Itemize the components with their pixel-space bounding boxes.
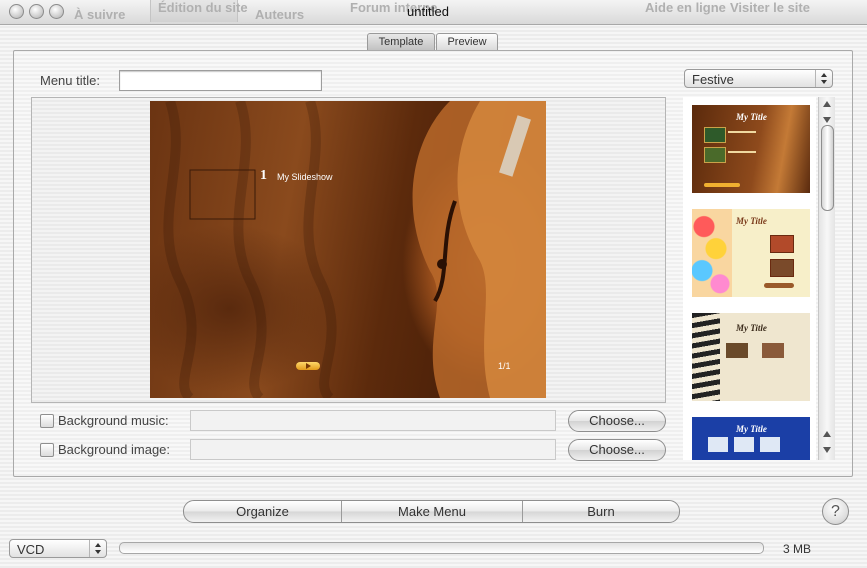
disc-usage-bar <box>119 542 764 554</box>
template-text-line <box>728 131 756 133</box>
template-photo <box>708 437 728 452</box>
format-popup-value: VCD <box>17 542 45 557</box>
template-photo <box>770 259 794 277</box>
make-menu-button[interactable]: Make Menu <box>342 501 522 522</box>
background-music-label: Background music: <box>58 413 169 428</box>
toolbar-item-visiter[interactable]: Visiter le site <box>730 1 810 15</box>
template-list-scrollbar[interactable] <box>818 97 835 460</box>
menu-item-label[interactable]: My Slideshow <box>277 172 333 182</box>
violin-illustration <box>163 101 546 398</box>
scroll-up-arrow-icon[interactable] <box>823 101 831 107</box>
menu-title-label: Menu title: <box>40 73 100 88</box>
menu-preview-image[interactable]: 1 My Slideshow 1/1 <box>150 101 546 398</box>
minimize-window-button[interactable] <box>29 4 44 19</box>
burn-button[interactable]: Burn <box>523 501 679 522</box>
template-photo <box>770 235 794 253</box>
scroll-thumb[interactable] <box>821 125 834 211</box>
template-photo <box>734 437 754 452</box>
page-indicator: 1/1 <box>498 361 511 371</box>
scroll-down-arrow-icon[interactable] <box>823 447 831 453</box>
toolbar-item-auteurs[interactable]: Auteurs <box>255 8 304 22</box>
scroll-down-arrow-icon[interactable] <box>823 117 831 123</box>
template-title: My Title <box>736 216 767 226</box>
theme-popup-value: Festive <box>692 72 734 87</box>
piano-keys-graphic <box>692 313 720 401</box>
close-window-button[interactable] <box>9 4 24 19</box>
theme-popup[interactable]: Festive <box>684 69 833 88</box>
scroll-up-arrow-icon[interactable] <box>823 431 831 437</box>
background-image-checkbox[interactable] <box>40 443 54 457</box>
choose-image-button[interactable]: Choose... <box>568 439 666 461</box>
template-title: My Title <box>736 112 767 122</box>
template-photo <box>760 437 780 452</box>
window-title: untitled <box>407 4 449 19</box>
play-button[interactable] <box>296 362 320 370</box>
menu-title-input[interactable] <box>119 70 322 91</box>
popup-arrows-icon <box>89 540 106 557</box>
balloons-graphic <box>692 209 732 297</box>
template-thumbnail[interactable]: My Title <box>692 209 810 297</box>
template-text-line <box>728 151 756 153</box>
zoom-window-button[interactable] <box>49 4 64 19</box>
template-thumbnail[interactable]: My Title <box>692 105 810 193</box>
action-segmented-control: Organize Make Menu Burn <box>183 500 680 523</box>
template-buttons <box>764 283 794 288</box>
choose-music-button[interactable]: Choose... <box>568 410 666 432</box>
template-photo <box>704 147 726 163</box>
background-image-field[interactable] <box>190 439 556 460</box>
organize-button[interactable]: Organize <box>184 501 341 522</box>
template-photo <box>762 343 784 358</box>
toolbar-item-aide[interactable]: Aide en ligne <box>645 1 726 15</box>
template-list[interactable]: My Title My Title My Title My Title <box>683 97 816 460</box>
template-buttons <box>704 183 740 187</box>
window-title-bar: À suivre Édition du site Auteurs Forum i… <box>0 0 867 25</box>
toolbar-item-edition[interactable]: Édition du site <box>158 1 248 15</box>
menu-item-number: 1 <box>260 168 267 183</box>
template-thumbnail[interactable]: My Title <box>692 417 810 460</box>
toolbar-item-a-suivre[interactable]: À suivre <box>74 8 125 22</box>
template-thumbnail[interactable]: My Title <box>692 313 810 401</box>
template-photo <box>704 127 726 143</box>
background-image-label: Background image: <box>58 442 171 457</box>
help-button[interactable]: ? <box>822 498 849 525</box>
template-photo <box>726 343 748 358</box>
format-popup[interactable]: VCD <box>9 539 107 558</box>
popup-arrows-icon <box>815 70 832 87</box>
play-icon <box>306 363 311 369</box>
background-music-field[interactable] <box>190 410 556 431</box>
template-title: My Title <box>736 424 767 434</box>
background-music-checkbox[interactable] <box>40 414 54 428</box>
disc-size-label: 3 MB <box>783 542 812 556</box>
template-title: My Title <box>736 323 767 333</box>
